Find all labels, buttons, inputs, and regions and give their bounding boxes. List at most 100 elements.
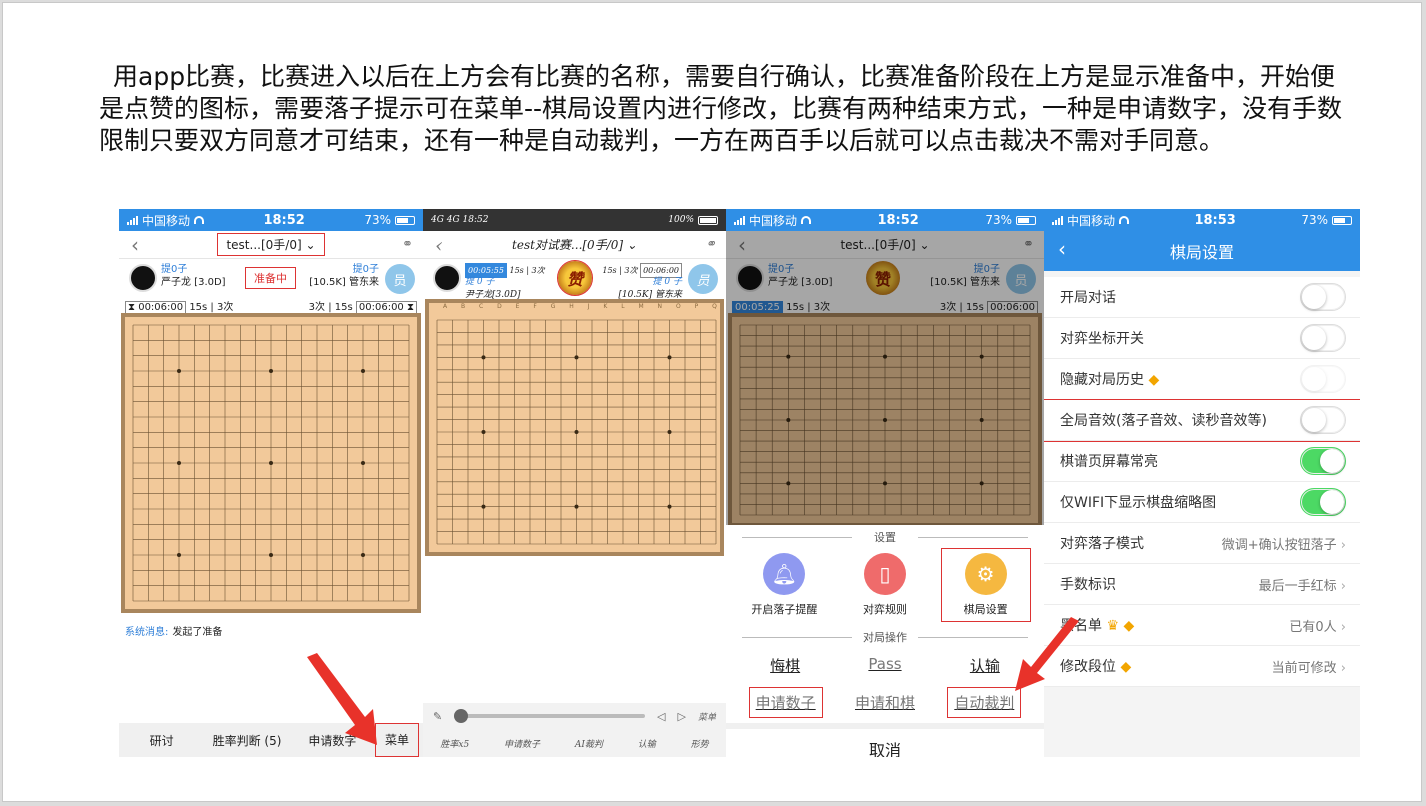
row-global-sound[interactable]: 全局音效(落子音效、读秒音效等) bbox=[1044, 399, 1360, 442]
battery-icon bbox=[698, 215, 718, 225]
black-captured: 提0子 bbox=[161, 264, 188, 275]
resign-button[interactable]: 认输 bbox=[964, 651, 1006, 680]
auto-judge-button[interactable]: 自动裁判 bbox=[947, 687, 1022, 718]
toggle-switch[interactable] bbox=[1300, 283, 1346, 311]
row-move-marker[interactable]: 手数标识 最后一手红标 bbox=[1044, 564, 1360, 605]
row-screen-on[interactable]: 棋谱页屏幕常亮 bbox=[1044, 441, 1360, 482]
screen-started: 4G 4G 18:52 100% ‹ test对试赛...[0手/0] ⌄ ⚭ … bbox=[423, 209, 726, 757]
chevron-down-icon: ⌄ bbox=[305, 238, 316, 252]
ops-row-2: 申请数子 申请和棋 自动裁判 bbox=[726, 686, 1044, 723]
star-point bbox=[269, 461, 273, 465]
apply-count-button[interactable]: 申请数子 bbox=[748, 687, 823, 718]
signal-icon bbox=[127, 215, 138, 225]
star-point bbox=[883, 354, 887, 359]
wifi-icon bbox=[801, 216, 812, 224]
prev-move-icon[interactable]: ◁ bbox=[657, 710, 665, 723]
study-button[interactable]: 研讨 bbox=[119, 732, 204, 749]
back-icon[interactable]: ‹ bbox=[738, 233, 746, 257]
resign-button[interactable]: 认输 bbox=[638, 737, 656, 750]
row-blacklist[interactable]: 黑名单 ♛ ◆ 已有0人 bbox=[1044, 605, 1360, 646]
brush-icon[interactable]: ✎ bbox=[433, 710, 442, 723]
winrate-button[interactable]: 胜率判断 (5) bbox=[204, 732, 289, 749]
wifi-icon bbox=[1119, 216, 1130, 224]
star-point bbox=[883, 481, 887, 486]
drop-reminder-item[interactable]: 🔔︎ 开启落子提醒 bbox=[740, 549, 828, 621]
back-icon[interactable]: ‹ bbox=[131, 233, 139, 257]
game-header: ‹ test...[0手/0] ⌄ ⚭ bbox=[726, 231, 1044, 259]
row-label: 仅WIFI下显示棋盘缩略图 bbox=[1060, 495, 1217, 511]
apply-count-button[interactable]: 申请数子 bbox=[504, 737, 540, 750]
settings-section-title: 设置 bbox=[726, 529, 1044, 545]
winrate-button[interactable]: 胜率x5 bbox=[440, 737, 469, 750]
row-change-rank[interactable]: 修改段位 ◆ 当前可修改 bbox=[1044, 646, 1360, 687]
right-clock: 00:06:00 bbox=[987, 300, 1038, 314]
row-label: 对弈坐标开关 bbox=[1060, 331, 1144, 347]
system-message: 系统消息: 发起了准备 bbox=[119, 613, 423, 648]
ai-judge-button[interactable]: AI裁判 bbox=[575, 737, 603, 750]
white-captured: 提0子 bbox=[352, 264, 379, 275]
board-grid[interactable] bbox=[125, 317, 417, 609]
pass-button[interactable]: Pass bbox=[862, 651, 907, 680]
star-point bbox=[667, 430, 672, 434]
menu-button[interactable]: 菜单 bbox=[698, 710, 716, 723]
game-title[interactable]: test对试赛...[0手/0] ⌄ bbox=[504, 234, 645, 255]
row-hide-history[interactable]: 隐藏对局历史 ◆ bbox=[1044, 359, 1360, 400]
back-icon[interactable]: ‹ bbox=[1058, 237, 1066, 261]
share-icon[interactable]: ⚭ bbox=[1023, 237, 1034, 252]
toggle-switch[interactable] bbox=[1300, 447, 1346, 475]
star-point bbox=[269, 369, 273, 373]
row-coordinates[interactable]: 对弈坐标开关 bbox=[1044, 318, 1360, 359]
black-avatar bbox=[129, 264, 157, 292]
row-opening-chat[interactable]: 开局对话 bbox=[1044, 277, 1360, 318]
row-label: 手数标识 bbox=[1060, 577, 1116, 593]
move-slider[interactable] bbox=[454, 709, 646, 723]
game-title-text: test...[0手/0] bbox=[226, 238, 302, 252]
board-grid[interactable] bbox=[429, 312, 724, 552]
row-label: 黑名单 bbox=[1060, 618, 1102, 634]
go-board[interactable] bbox=[121, 313, 421, 613]
page-title: 棋局设置 bbox=[1169, 243, 1234, 262]
gear-icon: ⚙ bbox=[964, 553, 1007, 595]
star-point bbox=[667, 355, 672, 360]
share-icon[interactable]: ⚭ bbox=[705, 237, 716, 252]
apply-count-button[interactable]: 申请数字 bbox=[290, 732, 375, 749]
rules-label: 对弈规则 bbox=[862, 603, 907, 616]
status-left: 4G 4G 18:52 bbox=[431, 215, 489, 225]
go-board[interactable]: A B C D E F G H J K L M N O P Q R S T bbox=[425, 299, 724, 556]
star-point bbox=[979, 481, 984, 486]
clock: 18:53 bbox=[1194, 212, 1236, 228]
back-icon[interactable]: ‹ bbox=[435, 233, 443, 257]
rules-item[interactable]: ▯ 对弈规则 bbox=[841, 549, 929, 621]
screen-game-settings: 中国移动 18:53 73% ‹ 棋局设置 开局对话 对弈坐标开关 隐藏对局历史… bbox=[1044, 209, 1360, 757]
status-bar: 中国移动 18:53 73% bbox=[1044, 209, 1360, 231]
signal-icon bbox=[1052, 215, 1063, 225]
board-column-labels: A B C D E F G H J K L M N O P Q R S T bbox=[443, 303, 720, 310]
cancel-button[interactable]: 取消 bbox=[726, 723, 1044, 757]
toggle-switch[interactable] bbox=[1300, 324, 1346, 352]
white-player: [10.5K] 管东来 bbox=[930, 277, 1000, 288]
share-icon[interactable]: ⚭ bbox=[402, 237, 413, 252]
left-clock: 00:05:25 bbox=[732, 300, 783, 314]
situation-button[interactable]: 形势 bbox=[691, 737, 709, 750]
toggle-switch[interactable] bbox=[1300, 365, 1346, 393]
game-title[interactable]: test...[0手/0] ⌄ bbox=[832, 234, 937, 255]
slider-knob[interactable] bbox=[454, 709, 469, 723]
settings-navbar: ‹ 棋局设置 bbox=[1044, 231, 1360, 271]
toggle-switch[interactable] bbox=[1300, 406, 1346, 434]
next-move-icon[interactable]: ▷ bbox=[678, 710, 686, 723]
row-label: 棋谱页屏幕常亮 bbox=[1060, 454, 1158, 470]
row-wifi-thumbnail[interactable]: 仅WIFI下显示棋盘缩略图 bbox=[1044, 482, 1360, 523]
game-settings-item[interactable]: ⚙ 棋局设置 bbox=[940, 548, 1031, 622]
timer-row: ⧗ 00:06:00 15s | 3次 3次 | 15s 00:06:00 ⧗ bbox=[119, 297, 423, 314]
menu-button[interactable]: 菜单 bbox=[374, 723, 419, 757]
left-byoyomi: 15s | 3次 bbox=[786, 301, 831, 313]
status-badge: 准备中 bbox=[245, 267, 296, 289]
status-bar: 4G 4G 18:52 100% bbox=[423, 209, 726, 231]
bottom-toolbar: 胜率x5 申请数子 AI裁判 认输 形势 bbox=[423, 729, 726, 757]
game-title[interactable]: test...[0手/0] ⌄ bbox=[217, 233, 325, 256]
carrier: 中国移动 bbox=[749, 213, 798, 228]
row-drop-mode[interactable]: 对弈落子模式 微调+确认按钮落子 bbox=[1044, 523, 1360, 564]
apply-draw-button[interactable]: 申请和棋 bbox=[849, 688, 921, 717]
undo-button[interactable]: 悔棋 bbox=[764, 651, 806, 680]
toggle-switch[interactable] bbox=[1300, 488, 1346, 516]
